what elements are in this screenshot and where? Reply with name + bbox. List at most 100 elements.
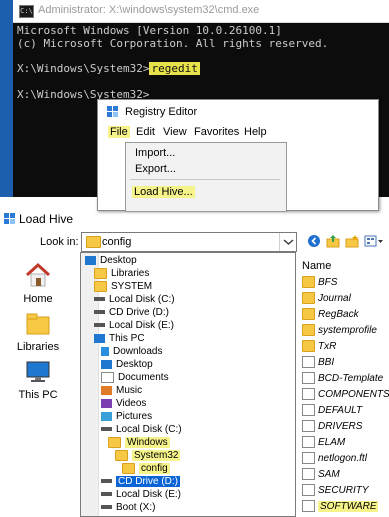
tree-item[interactable]: Local Disk (C:) (94, 293, 175, 306)
load-hive-icon (4, 213, 15, 224)
tree-item[interactable]: SYSTEM (94, 280, 152, 293)
computer-icon (94, 333, 105, 343)
home-icon (25, 262, 51, 287)
tree-item[interactable]: Boot (X:) (101, 501, 155, 514)
places-libraries-label: Libraries (16, 341, 60, 353)
lookin-dropdown[interactable]: config (81, 232, 297, 252)
tree-item[interactable]: Libraries (94, 267, 149, 280)
menu-item-load-hive[interactable]: Load Hive... (132, 186, 195, 198)
tree-item[interactable]: Music (101, 384, 142, 397)
file-icon (302, 372, 315, 385)
up-folder-icon[interactable] (326, 234, 340, 248)
places-home[interactable]: Home (8, 262, 68, 305)
file-icon (302, 388, 315, 401)
tree-item[interactable]: Windows (108, 436, 170, 449)
file-icon (302, 420, 315, 433)
cmd-titlebar[interactable]: C:\ Administrator: X:\windows\system32\c… (13, 0, 389, 23)
list-item[interactable]: netlogon.ftl (302, 452, 367, 466)
tree-item[interactable]: Documents (101, 371, 169, 384)
cmd-command-regedit: regedit (149, 62, 200, 75)
folder-icon (86, 236, 101, 248)
list-item[interactable]: systemprofile (302, 324, 377, 338)
menu-item-export[interactable]: Export... (135, 163, 176, 175)
music-icon (101, 385, 112, 395)
list-item[interactable]: BBI (302, 356, 334, 370)
column-header-name[interactable]: Name (302, 260, 331, 272)
tree-item[interactable]: This PC (94, 332, 145, 345)
file-list[interactable]: Name BFS Journal RegBack systemprofile T… (298, 252, 389, 515)
menu-favorites[interactable]: Favorites (194, 126, 239, 138)
pictures-icon (101, 411, 112, 421)
folder-tree[interactable]: Desktop Libraries SYSTEM Local Disk (C:)… (80, 252, 296, 517)
list-item[interactable]: BFS (302, 276, 337, 290)
chevron-down-icon[interactable] (279, 233, 297, 251)
file-icon (302, 452, 315, 465)
list-item[interactable]: SAM (302, 468, 340, 482)
tree-item-selected[interactable]: CD Drive (D:) (101, 475, 180, 488)
file-icon (302, 404, 315, 417)
drive-icon (101, 505, 112, 510)
tree-item[interactable]: Local Disk (C:) (101, 423, 182, 436)
lookin-label: Look in: (40, 236, 79, 248)
registry-editor-titlebar[interactable]: Registry Editor (98, 100, 378, 124)
places-this-pc[interactable]: This PC (8, 360, 68, 401)
cmd-title: Administrator: X:\windows\system32\cmd.e… (38, 4, 260, 16)
tree-item[interactable]: Desktop (85, 254, 137, 267)
documents-icon (101, 371, 114, 383)
new-folder-icon[interactable] (345, 234, 359, 248)
folder-icon (115, 449, 128, 461)
menu-item-import[interactable]: Import... (135, 147, 175, 159)
desktop-icon (85, 255, 96, 265)
file-icon (302, 484, 315, 497)
places-this-pc-label: This PC (18, 389, 58, 401)
tree-item[interactable]: Pictures (101, 410, 152, 423)
file-icon (302, 500, 315, 513)
places-libraries[interactable]: Libraries (8, 312, 68, 353)
list-item[interactable]: TxR (302, 340, 336, 354)
folder-icon (302, 340, 315, 353)
list-item[interactable]: ELAM (302, 436, 345, 450)
tree-item[interactable]: config (122, 462, 170, 475)
cmd-line-copyright: (c) Microsoft Corporation. All rights re… (17, 37, 329, 50)
registry-menubar: File Edit View Favorites Help (98, 124, 378, 141)
folder-icon (122, 462, 135, 474)
menu-help[interactable]: Help (244, 126, 267, 138)
registry-editor-window: Registry Editor File Edit View Favorites… (97, 99, 379, 212)
drive-icon (101, 492, 112, 497)
cmd-icon: C:\ (19, 5, 34, 18)
list-item[interactable]: BCD-Template (302, 372, 383, 386)
list-item[interactable]: COMPONENTS (302, 388, 389, 402)
list-item[interactable]: Journal (302, 292, 351, 306)
tree-item[interactable]: Videos (101, 397, 146, 410)
list-item[interactable]: DEFAULT (302, 404, 362, 418)
tree-item[interactable]: Downloads (101, 345, 162, 358)
back-icon[interactable] (307, 234, 321, 248)
dialog-title: Load Hive (19, 212, 74, 226)
menu-view[interactable]: View (163, 126, 187, 138)
tree-item[interactable]: Local Disk (E:) (101, 488, 181, 501)
cd-drive-icon (94, 310, 105, 315)
folder-icon (108, 436, 121, 448)
list-item[interactable]: RegBack (302, 308, 359, 322)
desktop-edge (0, 0, 13, 197)
view-menu-icon[interactable] (364, 234, 384, 248)
file-icon (302, 436, 315, 449)
file-icon (302, 356, 315, 369)
menu-file[interactable]: File (108, 126, 130, 138)
videos-icon (101, 398, 112, 408)
drive-icon (94, 323, 105, 328)
list-item[interactable]: SECURITY (302, 484, 369, 498)
libraries-icon (26, 313, 50, 335)
tree-item[interactable]: Desktop (101, 358, 153, 371)
drive-icon (101, 427, 112, 432)
list-item-software[interactable]: SOFTWARE (302, 500, 379, 514)
folder-icon (94, 280, 107, 292)
computer-icon (26, 361, 50, 382)
list-item[interactable]: DRIVERS (302, 420, 362, 434)
tree-item[interactable]: System32 (115, 449, 181, 462)
tree-item[interactable]: Local Disk (E:) (94, 319, 174, 332)
cd-drive-icon (101, 479, 112, 484)
menu-edit[interactable]: Edit (136, 126, 155, 138)
tree-item[interactable]: CD Drive (D:) (94, 306, 169, 319)
downloads-icon (101, 346, 109, 356)
